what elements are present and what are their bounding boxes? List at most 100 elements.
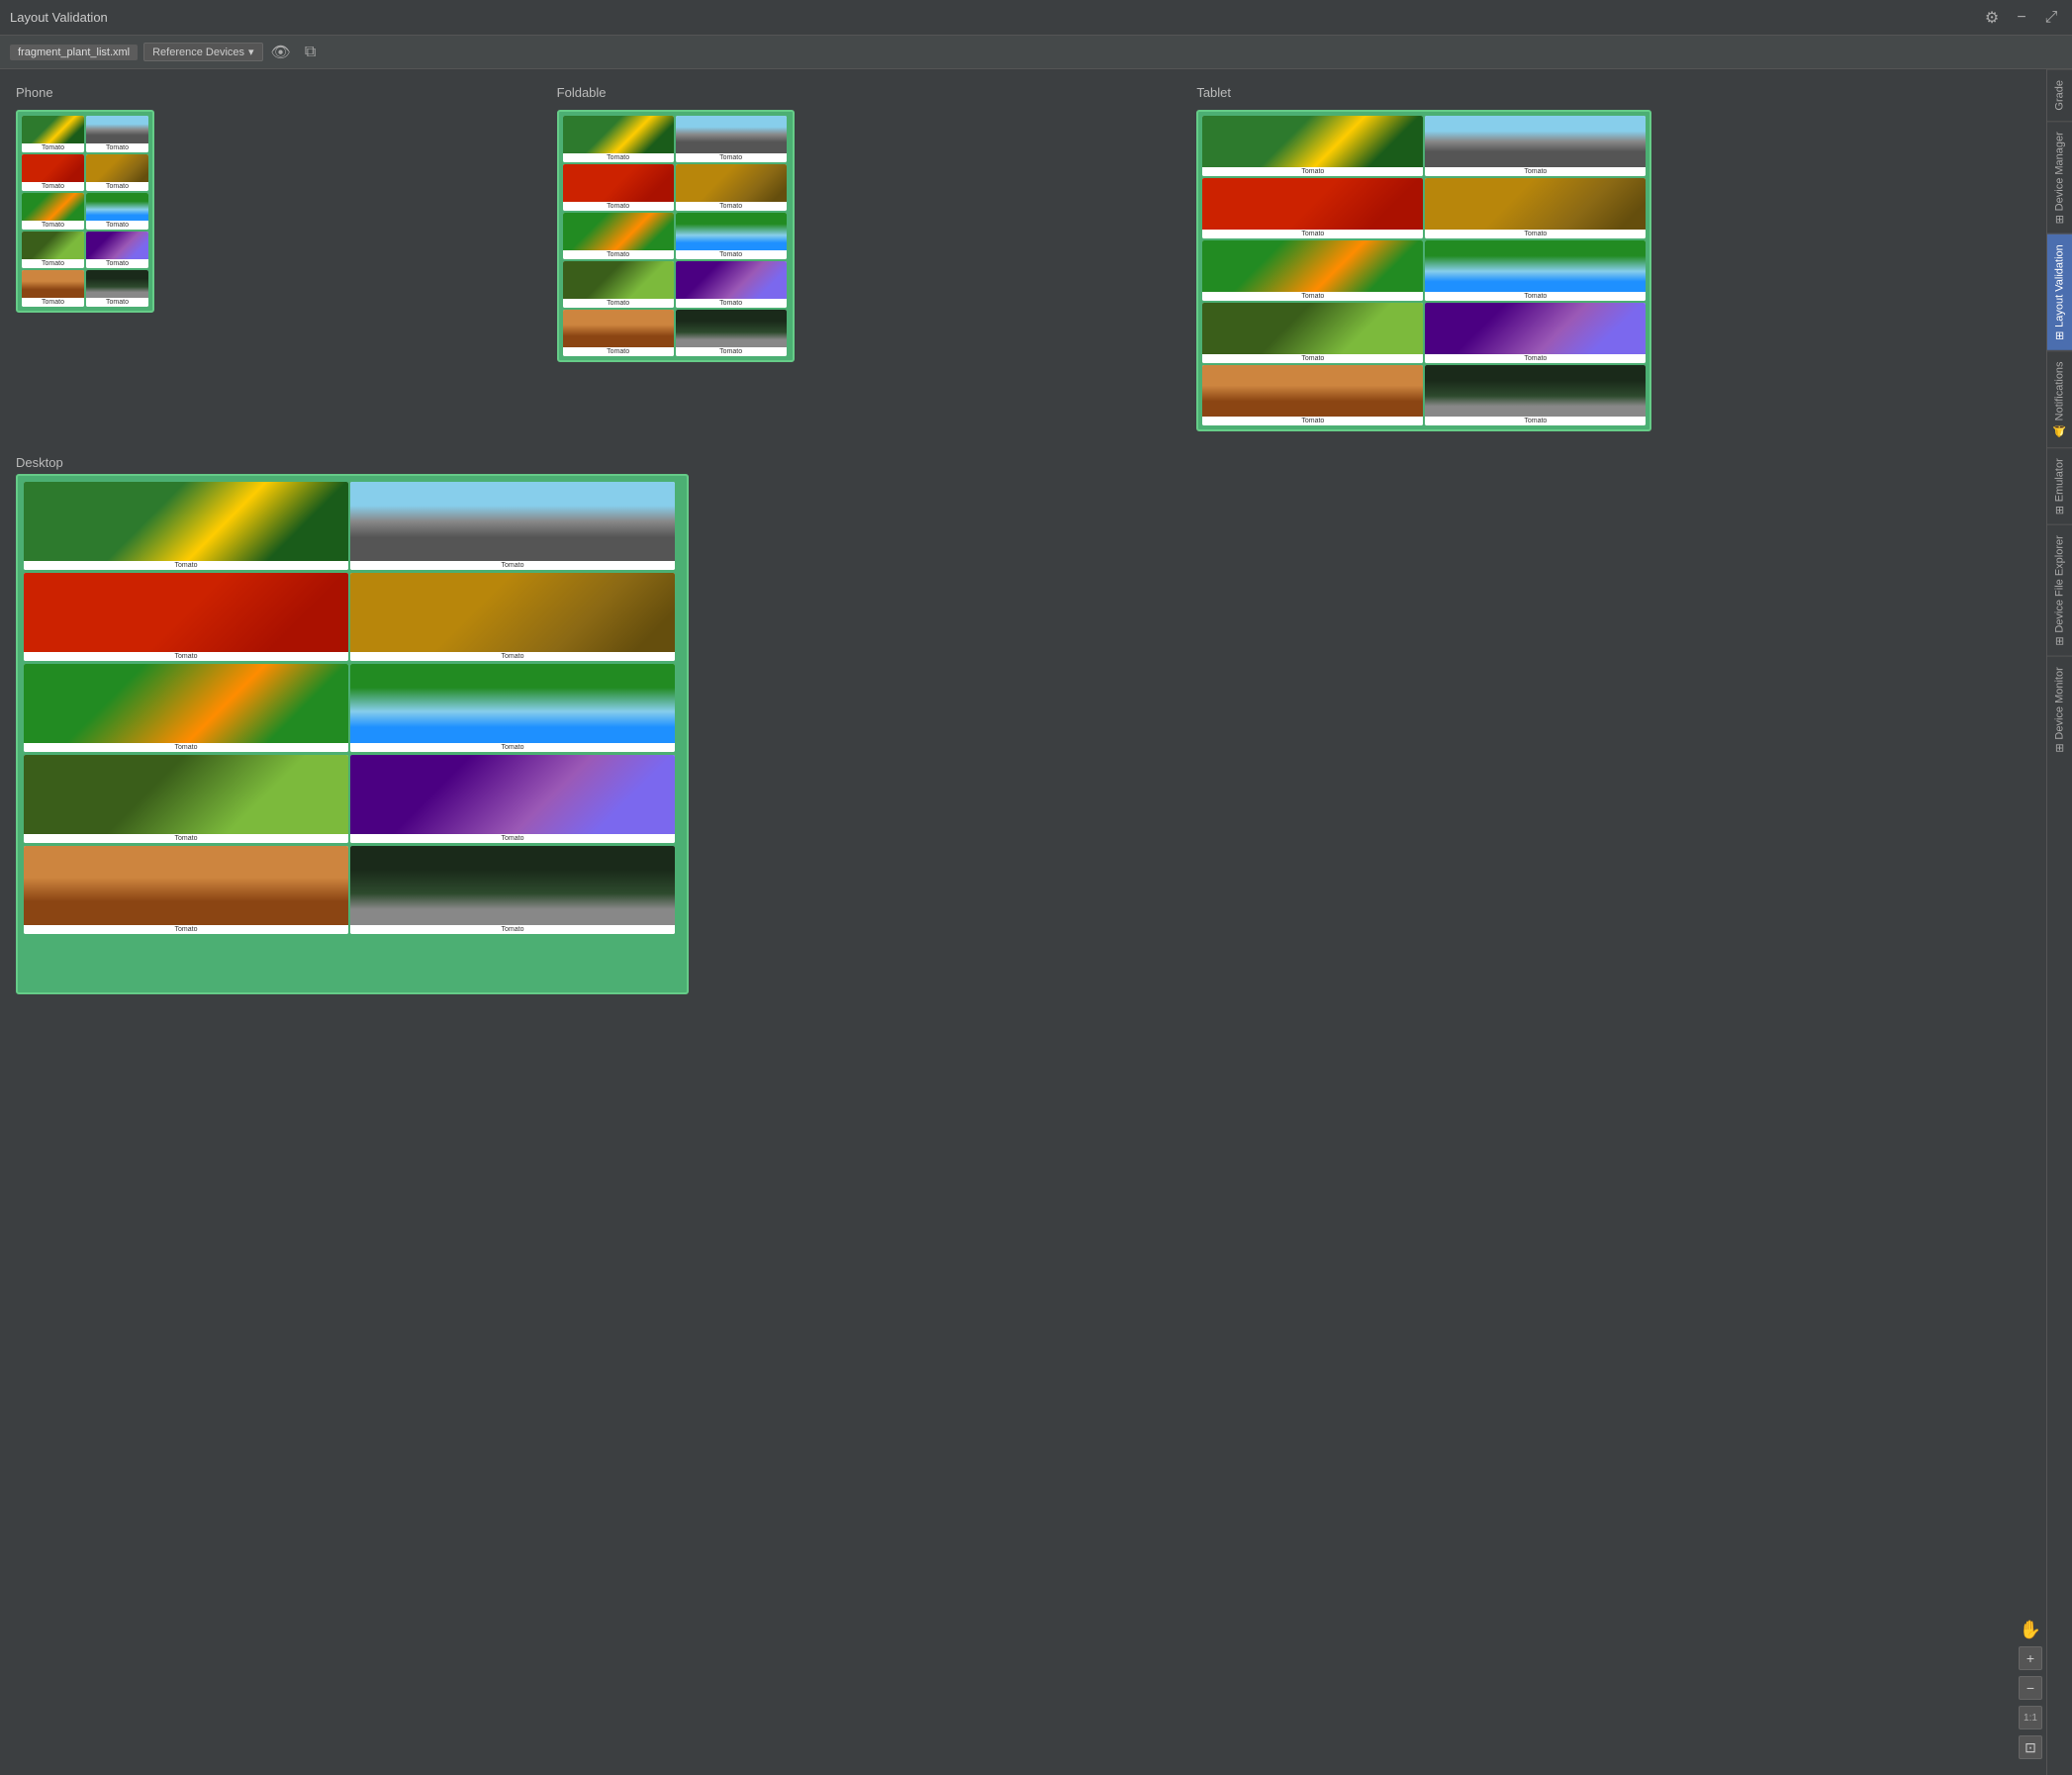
emulator-icon: ⊞ [2053,506,2066,514]
app-title: Layout Validation [10,10,108,25]
fit-screen-button[interactable]: ⊡ [2019,1735,2042,1759]
card-row: TomatoTomato [1202,303,1646,363]
card-row: TomatoTomato [563,213,789,259]
sidebar-tab-device-file-explorer[interactable]: ⊞ Device File Explorer [2047,524,2072,656]
card-row: TomatoTomato [22,270,148,307]
device-monitor-icon: ⊞ [2053,743,2066,752]
grade-label: Grade [2054,80,2066,111]
settings-button[interactable]: ⚙ [1981,7,2003,29]
title-bar-right: ⚙ − ⤢ [1981,7,2062,29]
plant-card[interactable]: Tomato [1425,365,1646,425]
plant-card[interactable]: Tomato [1425,240,1646,301]
plant-card[interactable]: Tomato [86,154,148,191]
card-row: TomatoTomato [1202,178,1646,238]
device-file-explorer-icon: ⊞ [2053,637,2066,646]
plant-card[interactable]: Tomato [350,755,675,843]
desktop-preview: TomatoTomatoTomatoTomatoTomatoTomatoToma… [16,474,689,994]
card-row: TomatoTomato [24,664,681,752]
main-layout: Phone TomatoTomatoTomatoTomatoTomatoToma… [0,69,2072,1775]
minimize-button[interactable]: − [2011,7,2032,29]
right-sidebar: Grade ⊞ Device Manager ⊞ Layout Validati… [2046,69,2072,1775]
hand-tool-button[interactable]: ✋ [2020,1620,2041,1640]
plant-card[interactable]: Tomato [1202,178,1423,238]
plant-card[interactable]: Tomato [563,261,674,308]
notifications-label: Notifications [2054,361,2066,420]
plant-card[interactable]: Tomato [1425,116,1646,176]
card-row: TomatoTomato [563,310,789,356]
plant-card[interactable]: Tomato [676,310,787,356]
plant-card[interactable]: Tomato [563,310,674,356]
plant-card[interactable]: Tomato [1202,365,1423,425]
desktop-label: Desktop [16,455,2030,470]
layout-validation-label: Layout Validation [2054,244,2066,327]
card-row: TomatoTomato [1202,116,1646,176]
plant-card[interactable]: Tomato [350,482,675,570]
card-row: TomatoTomato [22,116,148,152]
sidebar-tab-grade[interactable]: Grade [2047,69,2072,121]
eye-icon[interactable]: 👁 [269,41,293,64]
sidebar-tab-device-manager[interactable]: ⊞ Device Manager [2047,121,2072,234]
card-row: TomatoTomato [24,573,681,661]
plant-card[interactable]: Tomato [22,116,84,152]
plant-card[interactable]: Tomato [86,270,148,307]
plant-card[interactable]: Tomato [676,213,787,259]
toolbar: fragment_plant_list.xml Reference Device… [0,36,2072,69]
phone-section: Phone TomatoTomatoTomatoTomatoTomatoToma… [16,85,533,431]
device-selector-label: Reference Devices [152,47,244,58]
card-row: TomatoTomato [24,755,681,843]
plant-card[interactable]: Tomato [676,261,787,308]
zoom-reset-button[interactable]: 1:1 [2019,1706,2042,1729]
phone-preview: TomatoTomatoTomatoTomatoTomatoTomatoToma… [16,110,154,313]
plant-card[interactable]: Tomato [24,573,348,661]
plant-card[interactable]: Tomato [22,154,84,191]
plant-card[interactable]: Tomato [1425,303,1646,363]
emulator-label: Emulator [2054,458,2066,502]
chevron-down-icon: ▾ [248,46,254,58]
plant-card[interactable]: Tomato [563,116,674,162]
plant-card[interactable]: Tomato [563,164,674,211]
card-row: TomatoTomato [563,116,789,162]
file-chip[interactable]: fragment_plant_list.xml [10,45,138,60]
plant-card[interactable]: Tomato [676,164,787,211]
plant-card[interactable]: Tomato [86,193,148,230]
plant-card[interactable]: Tomato [24,846,348,934]
device-selector-dropdown[interactable]: Reference Devices ▾ [143,43,262,61]
desktop-section: Desktop TomatoTomatoTomatoTomatoTomatoTo… [16,455,2030,994]
plant-card[interactable]: Tomato [350,664,675,752]
plant-card[interactable]: Tomato [22,232,84,268]
plant-card[interactable]: Tomato [86,116,148,152]
plant-card[interactable]: Tomato [1202,240,1423,301]
plant-card[interactable]: Tomato [1202,303,1423,363]
plant-card[interactable]: Tomato [1425,178,1646,238]
card-row: TomatoTomato [1202,365,1646,425]
copy-icon[interactable]: ⧉ [299,41,323,64]
plant-card[interactable]: Tomato [24,664,348,752]
plant-card[interactable]: Tomato [676,116,787,162]
phone-label: Phone [16,85,533,100]
tablet-preview: TomatoTomatoTomatoTomatoTomatoTomatoToma… [1196,110,1651,431]
content-area: Phone TomatoTomatoTomatoTomatoTomatoToma… [0,69,2046,1775]
sidebar-tab-notifications[interactable]: 🔔 Notifications [2047,350,2072,447]
notifications-icon: 🔔 [2053,424,2066,437]
plant-card[interactable]: Tomato [86,232,148,268]
sidebar-tab-device-monitor[interactable]: ⊞ Device Monitor [2047,656,2072,763]
zoom-out-button[interactable]: − [2019,1676,2042,1700]
plant-card[interactable]: Tomato [563,213,674,259]
title-bar: Layout Validation ⚙ − ⤢ [0,0,2072,36]
card-row: TomatoTomato [24,482,681,570]
zoom-in-button[interactable]: + [2019,1646,2042,1670]
plant-card[interactable]: Tomato [350,573,675,661]
plant-card[interactable]: Tomato [350,846,675,934]
plant-card[interactable]: Tomato [24,755,348,843]
card-row: TomatoTomato [22,154,148,191]
card-row: TomatoTomato [563,261,789,308]
foldable-preview: TomatoTomatoTomatoTomatoTomatoTomatoToma… [557,110,795,362]
sidebar-tab-layout-validation[interactable]: ⊞ Layout Validation [2047,234,2072,350]
plant-card[interactable]: Tomato [1202,116,1423,176]
drag-button[interactable]: ⤢ [2040,7,2062,29]
plant-card[interactable]: Tomato [24,482,348,570]
plant-card[interactable]: Tomato [22,270,84,307]
plant-card[interactable]: Tomato [22,193,84,230]
bottom-toolbar: ✋ + − 1:1 ⊡ [2019,1620,2042,1759]
sidebar-tab-emulator[interactable]: ⊞ Emulator [2047,447,2072,524]
